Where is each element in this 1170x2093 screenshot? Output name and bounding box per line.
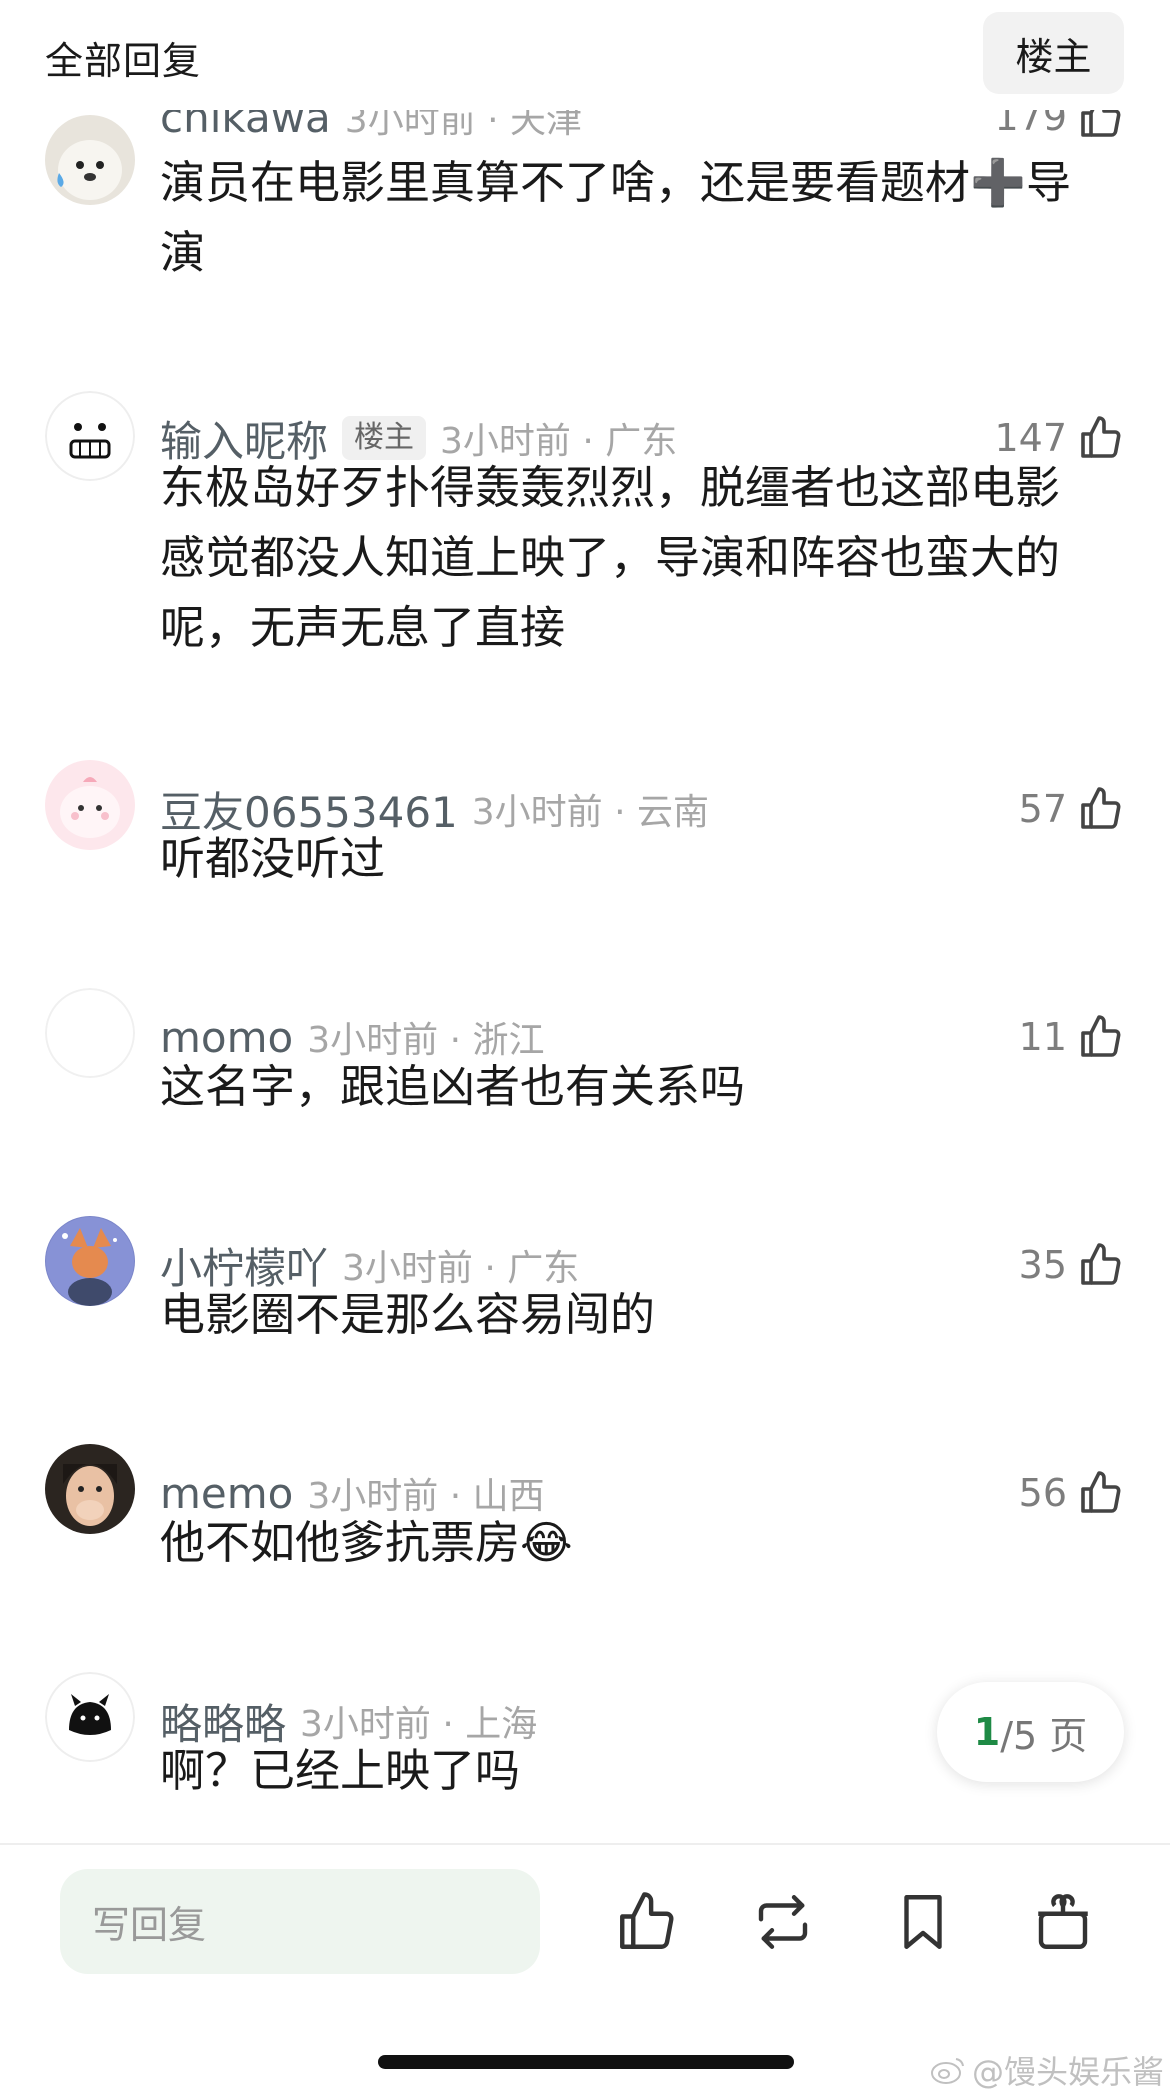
avatar[interactable] <box>45 115 135 205</box>
avatar[interactable] <box>45 1672 135 1762</box>
reply-input[interactable]: 写回复 <box>60 1869 540 1974</box>
thumbs-up-icon[interactable] <box>614 1889 680 1955</box>
comment-item: memo 3小时前 · 山西 56 他不如他爹抗票房😂 <box>0 1444 1170 1624</box>
comment-text: 电影圈不是那么容易闯的 <box>160 1288 656 1341</box>
avatar[interactable] <box>45 1444 135 1534</box>
comment-feed: chikawa 3小时前 · 天津 179 演员在电影里真算不了啥，还是要看题材… <box>0 0 1170 1840</box>
home-indicator[interactable] <box>378 2055 794 2069</box>
op-only-filter-button[interactable]: 楼主 <box>983 12 1124 94</box>
comment-text: 这名字，跟追凶者也有关系吗 <box>160 1060 746 1113</box>
page-title: 全部回复 <box>45 39 202 83</box>
watermark-text: @馒头娱乐酱 <box>972 2053 1165 2091</box>
reply-placeholder: 写回复 <box>92 1903 207 1947</box>
comment-item: 豆友06553461 3小时前 · 云南 57 听都没听过 <box>0 760 1170 940</box>
comment-text: 听都没听过 <box>160 832 386 885</box>
avatar[interactable] <box>45 760 135 850</box>
avatar[interactable] <box>45 1216 135 1306</box>
comment-item: momo 3小时前 · 浙江 11 这名字，跟追凶者也有关系吗 <box>0 988 1170 1168</box>
comment-item: 输入昵称 楼主 3小时前 · 广东 147 东极岛好歹扑得轰轰烈烈，脱缰者也这部… <box>0 385 1170 685</box>
comment-text: 东极岛好歹扑得轰轰烈烈，脱缰者也这部电影感觉都没人知道上映了，导演和阵容也蛮大的… <box>160 461 1061 654</box>
repost-icon[interactable] <box>750 1889 816 1955</box>
bottom-action-bar: 写回复 @馒头娱乐酱 <box>0 1843 1170 2093</box>
header: 全部回复 楼主 <box>0 0 1170 110</box>
bookmark-icon[interactable] <box>890 1889 956 1955</box>
avatar[interactable] <box>45 988 135 1078</box>
comment-text: 他不如他爹抗票房😂 <box>160 1516 573 1569</box>
avatar[interactable] <box>45 391 135 481</box>
page-current: 1 <box>973 1710 1001 1754</box>
gift-icon[interactable] <box>1030 1889 1096 1955</box>
comment-item: 小柠檬吖 3小时前 · 广东 35 电影圈不是那么容易闯的 <box>0 1216 1170 1396</box>
watermark: @馒头娱乐酱 <box>930 2047 1164 2093</box>
weibo-logo-icon <box>931 2058 964 2084</box>
comment-text: 演员在电影里真算不了啥，还是要看题材➕导演 <box>160 156 1072 279</box>
page-indicator[interactable]: 1 /5 页 <box>937 1682 1124 1782</box>
page-total: /5 页 <box>1000 1713 1088 1758</box>
